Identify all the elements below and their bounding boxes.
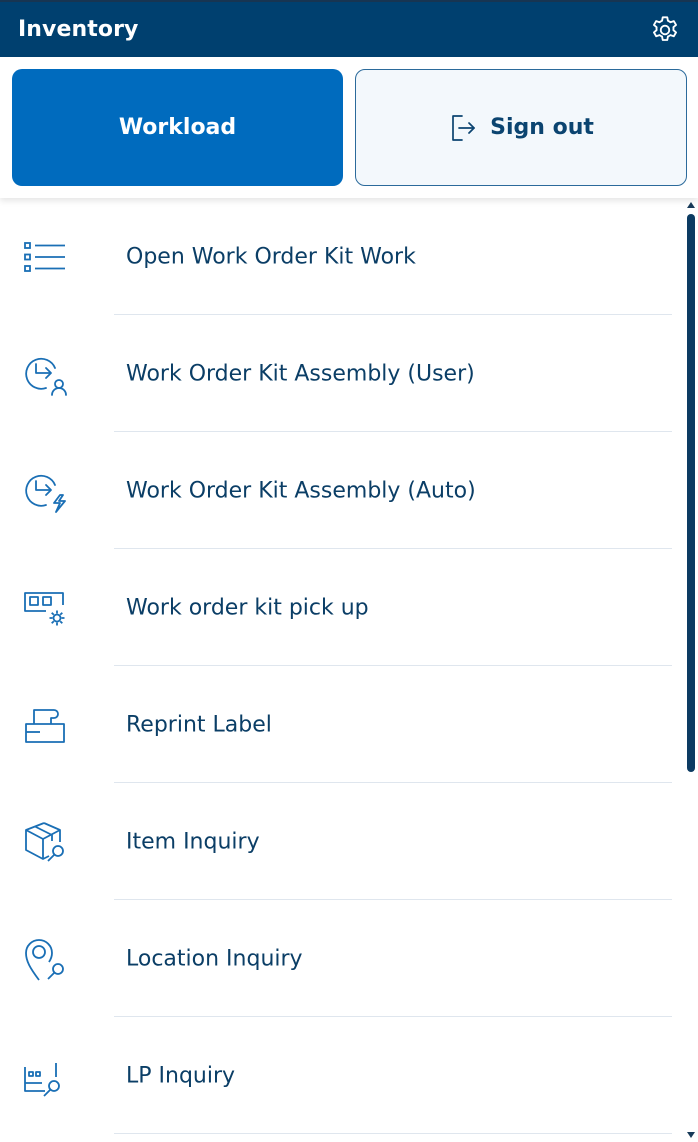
sign-out-button[interactable]: Sign out (355, 69, 687, 186)
scrollbar[interactable] (684, 198, 698, 1142)
menu-item-label: Item Inquiry (126, 829, 260, 854)
menu-list: Open Work Order Kit Work Work Order Kit … (0, 198, 684, 1142)
box-search-icon (22, 819, 68, 865)
license-plate-search-icon (22, 1053, 68, 1099)
page-title: Inventory (18, 17, 139, 42)
scroll-down-arrow-icon[interactable] (687, 1132, 695, 1138)
printer-icon (22, 702, 68, 748)
menu-item-location-inquiry[interactable]: Location Inquiry (0, 900, 684, 1017)
menu-item-work-order-kit-assembly-auto[interactable]: Work Order Kit Assembly (Auto) (0, 432, 684, 549)
assembly-auto-icon (22, 468, 68, 514)
scroll-up-arrow-icon[interactable] (687, 202, 695, 208)
app-window: Inventory Workload Sign out Open Work Or… (0, 0, 698, 1142)
menu-item-label: Reprint Label (126, 712, 272, 737)
sign-out-icon (448, 113, 478, 143)
divider (114, 1133, 672, 1134)
menu-item-label: Open Work Order Kit Work (126, 244, 416, 269)
menu-item-label: Location Inquiry (126, 946, 303, 971)
menu-item-lp-inquiry[interactable]: LP Inquiry (0, 1017, 684, 1134)
sign-out-button-label: Sign out (490, 115, 594, 140)
scrollbar-thumb[interactable] (687, 214, 695, 772)
workload-button-label: Workload (118, 115, 237, 140)
menu-item-label: Work order kit pick up (126, 595, 369, 620)
menu-item-reprint-label[interactable]: Reprint Label (0, 666, 684, 783)
menu-item-item-inquiry[interactable]: Item Inquiry (0, 783, 684, 900)
menu-item-work-order-kit-assembly-user[interactable]: Work Order Kit Assembly (User) (0, 315, 684, 432)
menu-item-work-order-kit-pick-up[interactable]: Work order kit pick up (0, 549, 684, 666)
action-bar: Workload Sign out (0, 57, 698, 198)
menu-item-label: LP Inquiry (126, 1063, 236, 1088)
workload-button[interactable]: Workload (12, 69, 343, 186)
assembly-user-icon (22, 351, 68, 397)
menu-item-label: Work Order Kit Assembly (Auto) (126, 478, 476, 503)
location-search-icon (22, 936, 68, 982)
app-header: Inventory (0, 0, 698, 57)
menu-item-label: Work Order Kit Assembly (User) (126, 361, 475, 386)
list-icon (22, 234, 68, 280)
gear-icon[interactable] (648, 13, 682, 47)
menu-item-open-work-order-kit-work[interactable]: Open Work Order Kit Work (0, 198, 684, 315)
kit-pickup-icon (22, 585, 68, 631)
